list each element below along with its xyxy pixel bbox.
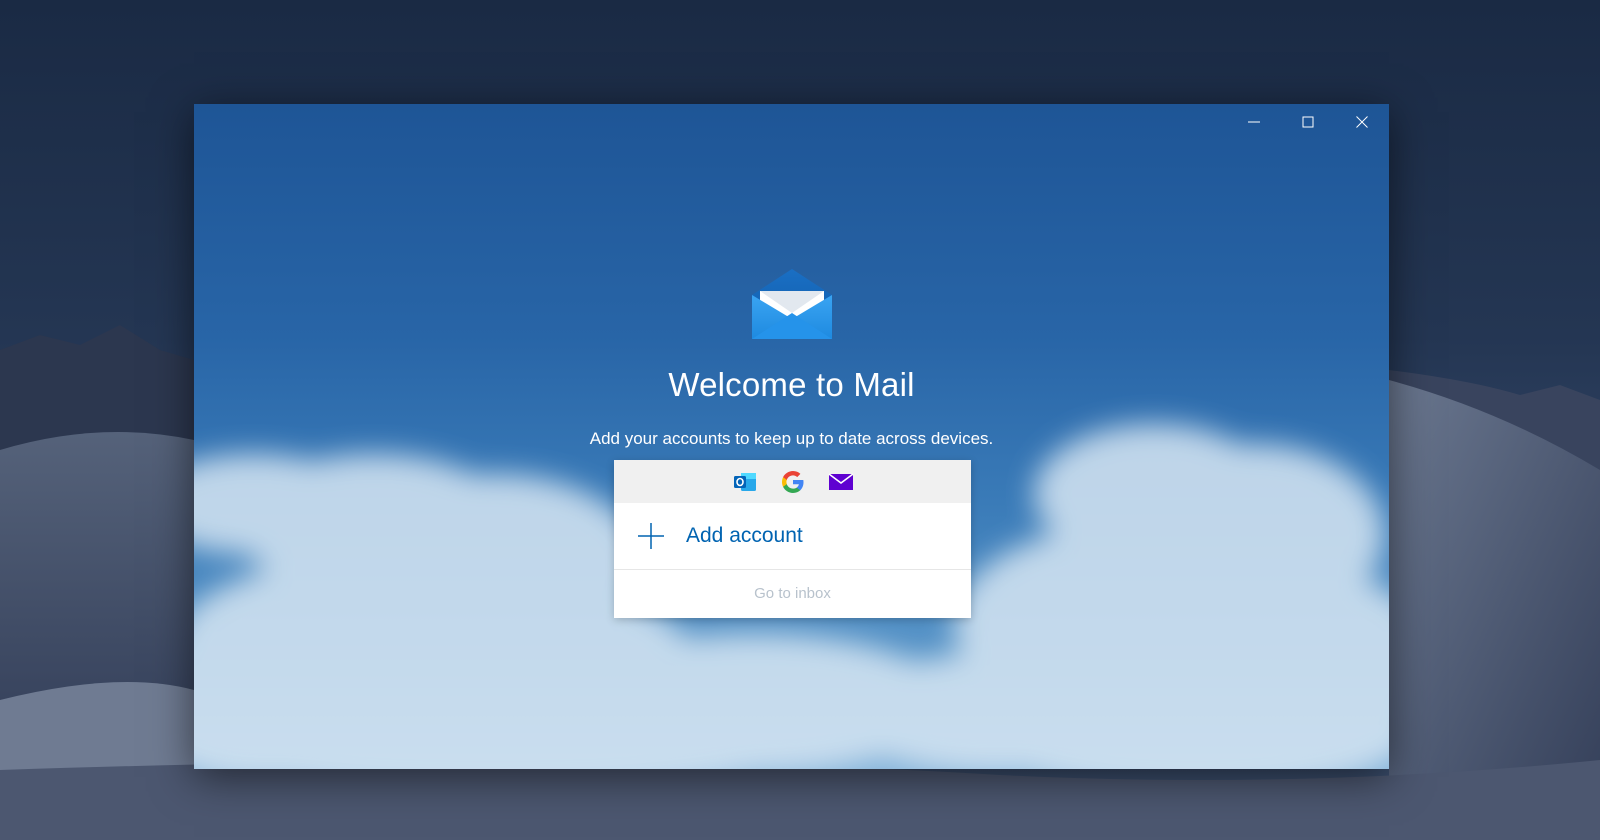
- provider-icons-strip: [614, 460, 971, 503]
- welcome-content: Welcome to Mail Add your accounts to kee…: [194, 104, 1389, 769]
- mail-icon: [828, 469, 854, 495]
- window-caption-buttons: [1227, 104, 1389, 140]
- desktop: Welcome to Mail Add your accounts to kee…: [0, 0, 1600, 840]
- mail-envelope-icon: [752, 269, 832, 339]
- mail-app-window: Welcome to Mail Add your accounts to kee…: [194, 104, 1389, 769]
- google-icon: [780, 469, 806, 495]
- add-account-button[interactable]: Add account: [614, 503, 971, 570]
- minimize-button[interactable]: [1227, 104, 1281, 140]
- close-icon: [1356, 116, 1368, 128]
- minimize-icon: [1248, 121, 1260, 123]
- outlook-icon: [732, 469, 758, 495]
- page-title: Welcome to Mail: [668, 366, 915, 403]
- maximize-icon: [1302, 116, 1314, 128]
- close-button[interactable]: [1335, 104, 1389, 140]
- accounts-card: Add account Go to inbox: [614, 460, 971, 618]
- add-account-label: Add account: [686, 524, 803, 547]
- go-to-inbox-button[interactable]: Go to inbox: [614, 570, 971, 616]
- plus-icon: [638, 523, 664, 549]
- page-subtitle: Add your accounts to keep up to date acr…: [589, 429, 994, 448]
- maximize-button[interactable]: [1281, 104, 1335, 140]
